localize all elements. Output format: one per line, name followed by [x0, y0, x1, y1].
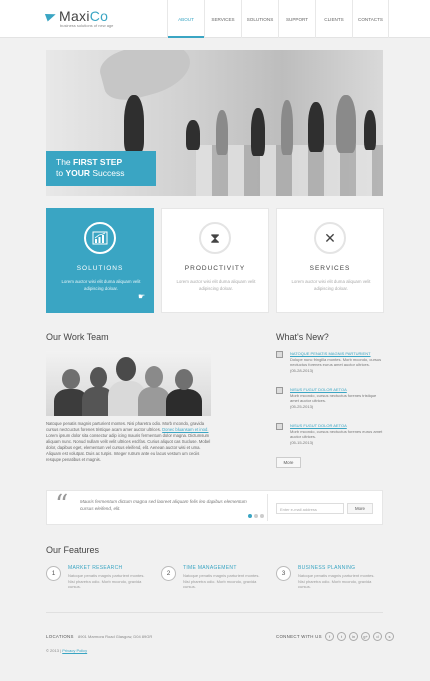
feature-text: Natoque penatis magnis parturient montes… [183, 573, 260, 589]
service-title: PRODUCTIVITY [184, 265, 246, 272]
logo[interactable]: MaxiCo [59, 8, 108, 24]
connect-label: CONNECT WITH US [276, 634, 322, 639]
hero-caption: The FIRST STEP to YOUR Success [46, 151, 156, 186]
testimonial-text: Mauris fermentum dictum magna sed laoree… [80, 499, 247, 511]
footer-copyright: © 2013 | Privacy Policy [46, 648, 88, 653]
subscribe-button[interactable]: More [347, 503, 373, 514]
team-photo [46, 351, 211, 416]
feature-text: Natoque penatis magnis parturient montes… [68, 573, 145, 589]
feature-number: 2 [161, 566, 176, 581]
chess-piece-image [281, 100, 293, 155]
calendar-icon [276, 423, 283, 430]
locations-label: LOCATIONS [46, 634, 74, 639]
logo-tagline: business solutions of new age [60, 23, 114, 28]
chess-piece-image [308, 102, 324, 152]
news-item: NISUS FUGUT DOLOR AETOA Morb mcondo, cur… [276, 423, 386, 445]
pagination-dot[interactable] [254, 514, 258, 518]
privacy-link[interactable]: Privacy Policy [62, 648, 87, 653]
calendar-icon [276, 351, 283, 358]
feature-text: Natoque penatis magnis parturient montes… [298, 573, 375, 589]
service-title: SERVICES [309, 265, 351, 272]
pagination-dot[interactable] [260, 514, 264, 518]
nav-support[interactable]: SUPPORT [278, 0, 315, 38]
service-text: Lorem auctor wisi elit duma aliquam veli… [291, 279, 371, 291]
chess-piece-image [336, 95, 356, 153]
feature-title-link[interactable]: BUSINESS PLANNING [298, 565, 355, 571]
team-link[interactable]: Donec bluansam et inod. [162, 427, 208, 432]
hand-image [96, 50, 196, 106]
features-heading: Our Features [46, 545, 100, 555]
team-heading: Our Work Team [46, 332, 109, 342]
quote-icon: “ [55, 490, 69, 520]
feature-number: 3 [276, 566, 291, 581]
tools-icon: ✕ [314, 222, 346, 254]
twitter-icon[interactable]: t [337, 632, 346, 641]
email-field[interactable]: Enter e-mail address [276, 503, 344, 514]
linkedin-icon[interactable]: in [349, 632, 358, 641]
nav-services[interactable]: SERVICES [204, 0, 241, 38]
hourglass-icon: ⧗ [199, 222, 231, 254]
dribbble-icon[interactable]: d [373, 632, 382, 641]
chess-piece-image [124, 95, 144, 153]
chart-icon [84, 222, 116, 254]
nav-contacts[interactable]: CONTACTS [352, 0, 389, 38]
google-plus-icon[interactable]: g+ [361, 632, 370, 641]
chess-piece-image [364, 110, 376, 150]
footer-divider [46, 612, 383, 613]
service-title: SOLUTIONS [76, 265, 124, 272]
chess-piece-image [186, 120, 200, 150]
service-box-solutions[interactable]: SOLUTIONS Lorem auctor wisi elit duma al… [46, 208, 154, 313]
hero-slider[interactable]: The FIRST STEP to YOUR Success [46, 50, 383, 196]
news-more-button[interactable]: More [276, 457, 301, 468]
feature-title-link[interactable]: MARKET RESEARCH [68, 565, 122, 571]
nav-solutions[interactable]: SOLUTIONS [241, 0, 278, 38]
main-nav: ABOUT SERVICES SOLUTIONS SUPPORT CLIENTS… [167, 0, 389, 38]
service-box-productivity[interactable]: ⧗ PRODUCTIVITY Lorem auctor wisi elit du… [161, 208, 269, 313]
pointer-cursor-icon: ☛ [138, 292, 146, 301]
news-heading: What's New? [276, 332, 329, 342]
footer-address: 8901 Marmora Road Glasgow, D04 89GR [78, 634, 153, 639]
feature-number: 1 [46, 566, 61, 581]
feature-title-link[interactable]: TIME MANAGEMENT [183, 565, 237, 571]
team-description: Natoque penatis magnis parturient montes… [46, 421, 211, 462]
facebook-icon[interactable]: f [325, 632, 334, 641]
service-text: Lorem auctor wisi elit duma aliquam veli… [61, 279, 141, 291]
calendar-icon [276, 387, 283, 394]
pagination-dot[interactable] [248, 514, 252, 518]
news-item: NISUS FUGUT DOLOR AETOA Morb mcondo, cur… [276, 387, 386, 409]
service-text: Lorem auctor wisi elit duma aliquam veli… [176, 279, 256, 291]
nav-about[interactable]: ABOUT [167, 0, 204, 38]
service-box-services[interactable]: ✕ SERVICES Lorem auctor wisi elit duma a… [276, 208, 384, 313]
divider [267, 494, 268, 521]
slider-pagination [248, 514, 264, 518]
news-item: NATOQUE PENATIS MAGNIS PARTURIENT Dolupe… [276, 351, 386, 373]
skype-icon[interactable]: s [385, 632, 394, 641]
chess-piece-image [216, 110, 228, 155]
nav-clients[interactable]: CLIENTS [315, 0, 352, 38]
chess-piece-image [251, 108, 265, 156]
